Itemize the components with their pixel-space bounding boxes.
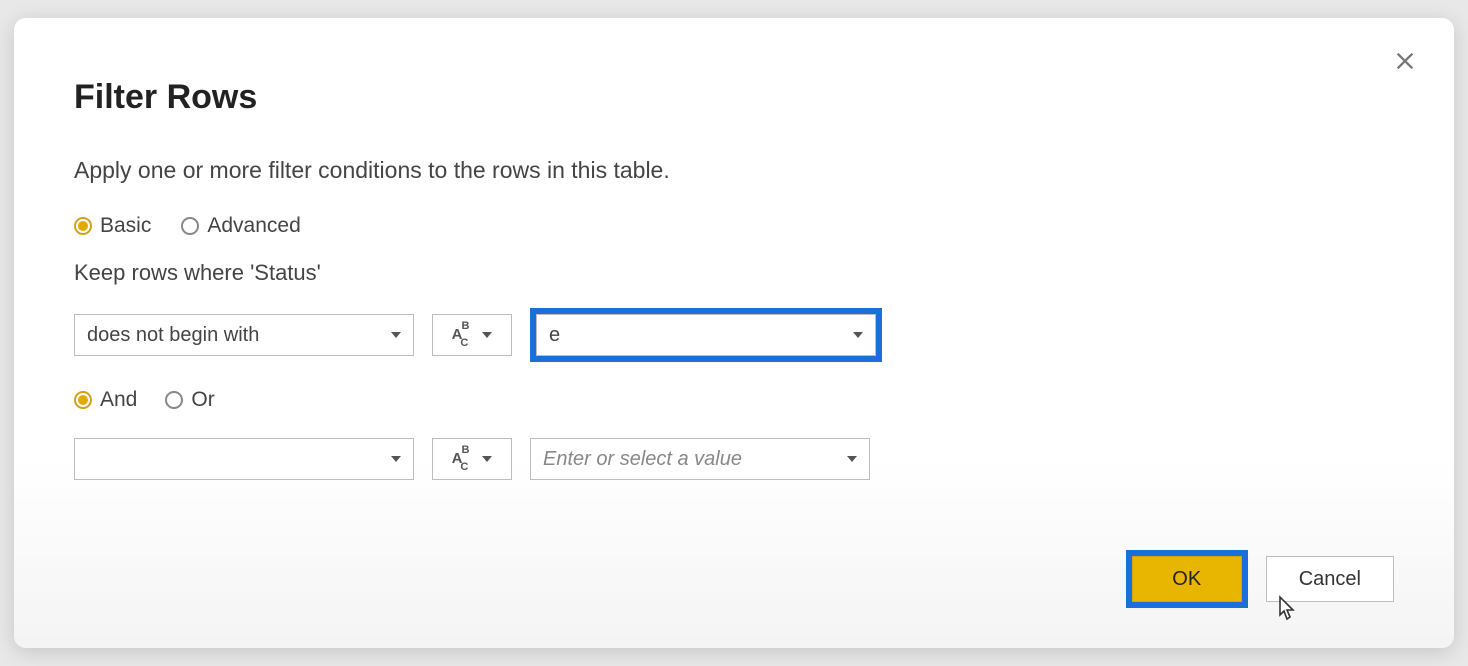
chevron-down-icon xyxy=(847,456,857,462)
condition-row-2: ABC Enter or select a value xyxy=(74,438,1394,480)
value-dropdown-2[interactable]: Enter or select a value xyxy=(530,438,870,480)
radio-icon xyxy=(181,217,199,235)
radio-or[interactable]: Or xyxy=(165,388,214,412)
radio-and[interactable]: And xyxy=(74,388,137,412)
highlight-value-1: e xyxy=(530,308,882,362)
value-placeholder: Enter or select a value xyxy=(543,448,742,471)
mode-radio-group: Basic Advanced xyxy=(74,214,1394,238)
chevron-down-icon xyxy=(391,456,401,462)
filter-rows-dialog: Filter Rows Apply one or more filter con… xyxy=(14,18,1454,648)
keep-rows-label: Keep rows where 'Status' xyxy=(74,260,1394,286)
radio-or-label: Or xyxy=(191,388,214,412)
chevron-down-icon xyxy=(482,456,492,462)
type-dropdown-2[interactable]: ABC xyxy=(432,438,512,480)
operator-dropdown-1[interactable]: does not begin with xyxy=(74,314,414,356)
radio-icon xyxy=(74,391,92,409)
radio-icon xyxy=(165,391,183,409)
dialog-subtitle: Apply one or more filter conditions to t… xyxy=(74,157,1394,184)
chevron-down-icon xyxy=(391,332,401,338)
dialog-footer: OK Cancel xyxy=(1126,550,1394,608)
text-type-icon: ABC xyxy=(452,449,479,470)
radio-advanced[interactable]: Advanced xyxy=(181,214,300,238)
chevron-down-icon xyxy=(482,332,492,338)
close-icon xyxy=(1394,50,1416,72)
type-dropdown-1[interactable]: ABC xyxy=(432,314,512,356)
condition-row-1: does not begin with ABC e xyxy=(74,308,1394,362)
logic-radio-group: And Or xyxy=(74,388,1394,412)
chevron-down-icon xyxy=(853,332,863,338)
close-button[interactable] xyxy=(1390,46,1420,76)
operator-dropdown-2[interactable] xyxy=(74,438,414,480)
highlight-ok: OK xyxy=(1126,550,1248,608)
ok-button[interactable]: OK xyxy=(1132,556,1242,602)
operator-value: does not begin with xyxy=(87,324,259,347)
cancel-button[interactable]: Cancel xyxy=(1266,556,1394,602)
radio-icon xyxy=(74,217,92,235)
dialog-title: Filter Rows xyxy=(74,78,1394,117)
radio-basic[interactable]: Basic xyxy=(74,214,151,238)
radio-advanced-label: Advanced xyxy=(207,214,300,238)
value-text: e xyxy=(549,324,560,347)
radio-basic-label: Basic xyxy=(100,214,151,238)
radio-and-label: And xyxy=(100,388,137,412)
value-dropdown-1[interactable]: e xyxy=(536,314,876,356)
text-type-icon: ABC xyxy=(452,325,479,346)
